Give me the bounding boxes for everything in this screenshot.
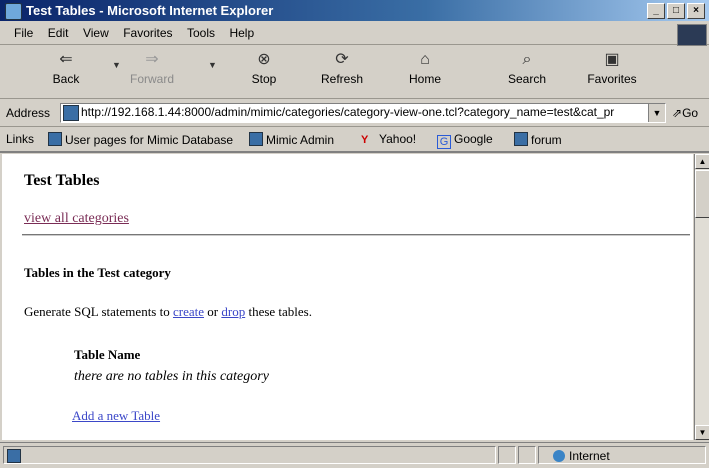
- view-all-categories-link[interactable]: view all categories: [24, 211, 129, 227]
- back-button[interactable]: ⇐ Back: [38, 50, 94, 86]
- menu-edit[interactable]: Edit: [48, 22, 69, 44]
- go-button[interactable]: ⇗Go: [672, 106, 698, 120]
- link-google[interactable]: G Google: [437, 132, 493, 149]
- create-link[interactable]: create: [173, 304, 204, 319]
- generate-sql-text: Generate SQL statements to create or dro…: [24, 304, 312, 319]
- address-dropdown-icon[interactable]: ▼: [648, 104, 665, 122]
- page-content: Test Tables view all categories Tables i…: [2, 154, 693, 440]
- status-bar: Internet: [0, 442, 709, 468]
- title-bar: Test Tables - Microsoft Internet Explore…: [0, 0, 709, 21]
- forward-button[interactable]: ⇒ Forward: [124, 50, 180, 86]
- link-page-icon: [514, 132, 528, 146]
- page-icon: [63, 105, 79, 121]
- page-title: Test Tables: [24, 172, 100, 189]
- home-button[interactable]: ⌂ Home: [397, 50, 453, 86]
- forward-dropdown-icon[interactable]: ▼: [208, 60, 217, 70]
- empty-message: there are no tables in this category: [74, 369, 269, 384]
- favorites-button[interactable]: ▣ Favorites: [584, 50, 640, 86]
- link-user-pages[interactable]: User pages for Mimic Database: [48, 132, 233, 147]
- yahoo-icon: Y: [361, 134, 369, 146]
- divider: [22, 234, 690, 236]
- link-page-icon: [249, 132, 263, 146]
- search-button[interactable]: ⌕ Search: [499, 50, 555, 86]
- home-icon: ⌂: [420, 51, 430, 68]
- link-yahoo[interactable]: Y Yahoo!: [361, 132, 416, 146]
- globe-icon: [553, 450, 565, 462]
- refresh-icon: ⟳: [335, 51, 349, 68]
- zone-indicator: Internet: [553, 449, 610, 463]
- address-bar: Address http://192.168.1.44:8000/admin/m…: [0, 100, 709, 127]
- close-button[interactable]: ×: [687, 3, 705, 19]
- menu-view[interactable]: View: [83, 22, 109, 44]
- address-label: Address: [6, 106, 51, 120]
- ie-icon: [5, 3, 22, 20]
- back-arrow-icon: ⇐: [59, 51, 73, 68]
- scroll-thumb[interactable]: [695, 170, 709, 218]
- toolbar: ⇐ Back ▼ ⇒ Forward ▼ ⊗ Stop ⟳ Refresh ⌂ …: [0, 46, 709, 99]
- link-page-icon: [48, 132, 62, 146]
- status-cell: [498, 446, 516, 464]
- favorites-icon: ▣: [604, 51, 620, 68]
- add-new-table-link[interactable]: Add a new Table: [72, 408, 160, 424]
- browser-window: Test Tables - Microsoft Internet Explore…: [0, 0, 709, 468]
- refresh-button[interactable]: ⟳ Refresh: [314, 50, 370, 86]
- search-icon: ⌕: [522, 51, 532, 68]
- back-dropdown-icon[interactable]: ▼: [112, 60, 121, 70]
- menu-help[interactable]: Help: [229, 22, 254, 44]
- links-bar: Links User pages for Mimic Database Mimi…: [0, 127, 709, 153]
- menu-favorites[interactable]: Favorites: [123, 22, 172, 44]
- status-cell: [518, 446, 536, 464]
- forward-arrow-icon: ⇒: [145, 51, 159, 68]
- maximize-button[interactable]: □: [667, 3, 685, 19]
- stop-button[interactable]: ⊗ Stop: [236, 50, 292, 86]
- link-mimic-admin[interactable]: Mimic Admin: [249, 132, 334, 147]
- status-text-area: [3, 446, 496, 464]
- minimize-button[interactable]: _: [647, 3, 665, 19]
- scroll-up-icon[interactable]: ▲: [695, 154, 709, 169]
- links-label: Links: [6, 132, 35, 146]
- link-forum[interactable]: forum: [514, 132, 562, 147]
- address-url[interactable]: http://192.168.1.44:8000/admin/mimic/cat…: [81, 105, 656, 119]
- drop-link[interactable]: drop: [221, 304, 245, 319]
- vertical-scrollbar[interactable]: ▲ ▼: [694, 154, 709, 440]
- scroll-down-icon[interactable]: ▼: [695, 425, 709, 440]
- menu-tools[interactable]: Tools: [187, 22, 215, 44]
- menu-file[interactable]: File: [14, 22, 33, 44]
- go-arrow-icon: ⇗: [672, 106, 683, 120]
- menu-bar: File Edit View Favorites Tools Help: [0, 22, 709, 45]
- stop-icon: ⊗: [257, 51, 271, 68]
- status-page-icon: [7, 449, 21, 463]
- address-input[interactable]: http://192.168.1.44:8000/admin/mimic/cat…: [60, 103, 666, 123]
- category-heading: Tables in the Test category: [24, 265, 171, 280]
- table-name-header: Table Name: [74, 347, 141, 362]
- windows-logo-icon: [677, 24, 707, 46]
- window-title: Test Tables - Microsoft Internet Explore…: [26, 3, 274, 18]
- google-icon: G: [437, 135, 451, 149]
